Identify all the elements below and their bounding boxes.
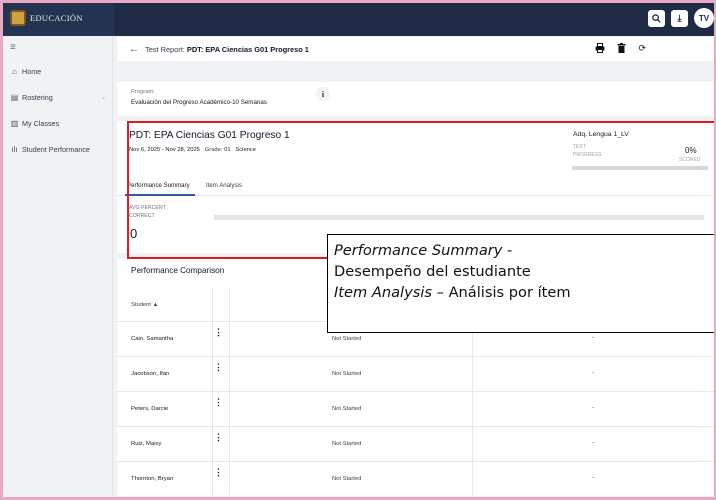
kebab-menu-icon[interactable]: ⋮ [214, 362, 223, 373]
top-actions: ⤓ TV [648, 8, 716, 28]
annotation-callout: Performance Summary - Desempeño del estu… [327, 234, 716, 333]
annotation-line-2: Desempeño del estudiante [334, 263, 531, 280]
print-icon[interactable] [595, 43, 605, 55]
sidebar-item-rostering[interactable]: ▤ Rostering ⌄ [3, 88, 112, 106]
student-status: Not Started [332, 371, 362, 377]
sidebar-item-my-classes[interactable]: ▥ My Classes [3, 114, 112, 132]
annotation-line-1: Performance Summary - [334, 240, 709, 261]
student-score: - [592, 475, 594, 481]
student-name[interactable]: Ruiz, Maisy [131, 441, 161, 447]
annotation-line-3: Item Analysis – Análisis por ítem [334, 282, 709, 303]
table-row: Ruiz, Maisy ⋮ Not Started - [117, 427, 716, 462]
student-score: - [592, 405, 594, 411]
top-bar: EDUCACIÓN ⤓ TV [0, 0, 716, 36]
page-title-name: PDT: EPA Ciencias G01 Progreso 1 [186, 44, 309, 54]
sidebar-item-student-performance[interactable]: ılı Student Performance [3, 140, 112, 158]
comparison-title: Performance Comparison [131, 266, 225, 275]
info-icon[interactable]: i [316, 87, 330, 101]
student-status: Not Started [332, 336, 362, 342]
search-icon[interactable] [648, 9, 665, 27]
table-row: Peters, Darcie ⋮ Not Started - [117, 392, 716, 427]
sidebar-item-label: Student Performance [22, 144, 90, 154]
avatar[interactable]: TV [694, 8, 714, 28]
sidebar: ≡ ⌂ Home ▤ Rostering ⌄ ▥ My Classes ılı … [3, 36, 113, 498]
annotation-term-1: Performance Summary [334, 242, 503, 259]
sidebar-item-home[interactable]: ⌂ Home [3, 62, 112, 80]
table-row: Thornton, Bryan ⋮ Not Started - [117, 462, 716, 497]
rostering-icon: ▤ [10, 92, 19, 102]
sidebar-item-label: My Classes [22, 118, 60, 128]
table-row: Jacobson, Ifan ⋮ Not Started - [117, 357, 716, 392]
chevron-down-icon: ⌄ [100, 94, 106, 101]
student-name[interactable]: Thornton, Bryan [131, 476, 173, 482]
student-name[interactable]: Peters, Darcie [131, 406, 168, 412]
kebab-menu-icon[interactable]: ⋮ [214, 327, 223, 338]
student-name[interactable]: Cain, Samantha [131, 336, 173, 342]
page-title-prefix: Test Report: [145, 44, 187, 54]
seal-icon [10, 10, 26, 26]
student-column-header[interactable]: Student ▲ [131, 302, 158, 308]
annotation-translation-2: – Análisis por ítem [432, 284, 571, 301]
bar-chart-icon: ılı [11, 144, 18, 154]
sidebar-item-label: Rostering [22, 92, 53, 102]
student-status: Not Started [332, 441, 362, 447]
back-arrow-icon[interactable]: ← [129, 44, 139, 55]
brand-text: EDUCACIÓN [30, 13, 83, 23]
annotation-term-2: Item Analysis [334, 284, 432, 301]
home-icon: ⌂ [12, 66, 17, 76]
kebab-menu-icon[interactable]: ⋮ [214, 397, 223, 408]
student-score: - [592, 370, 594, 376]
hamburger-menu-icon[interactable]: ≡ [3, 36, 112, 62]
program-value: Evaluación del Progreso Académico-10 Sem… [131, 99, 267, 106]
kebab-menu-icon[interactable]: ⋮ [214, 432, 223, 443]
annotation-dash: - [502, 242, 513, 259]
student-status: Not Started [332, 406, 362, 412]
page-header: ← Test Report: PDT: EPA Ciencias G01 Pro… [117, 37, 716, 61]
header-actions: ⟳ [595, 43, 646, 55]
student-name[interactable]: Jacobson, Ifan [131, 371, 169, 377]
student-score: - [592, 440, 594, 446]
download-icon[interactable]: ⤓ [671, 9, 688, 27]
refresh-icon[interactable]: ⟳ [638, 43, 646, 55]
program-card: Program: Evaluación del Progreso Académi… [117, 82, 716, 116]
classes-icon: ▥ [10, 118, 19, 128]
kebab-menu-icon[interactable]: ⋮ [214, 467, 223, 478]
sidebar-item-label: Home [22, 66, 42, 76]
page-title: Test Report: PDT: EPA Ciencias G01 Progr… [145, 45, 309, 54]
brand-logo[interactable]: EDUCACIÓN [0, 0, 114, 36]
student-status: Not Started [332, 476, 362, 482]
delete-icon[interactable] [617, 43, 626, 55]
student-score: - [592, 335, 594, 341]
program-label: Program: [131, 89, 155, 95]
